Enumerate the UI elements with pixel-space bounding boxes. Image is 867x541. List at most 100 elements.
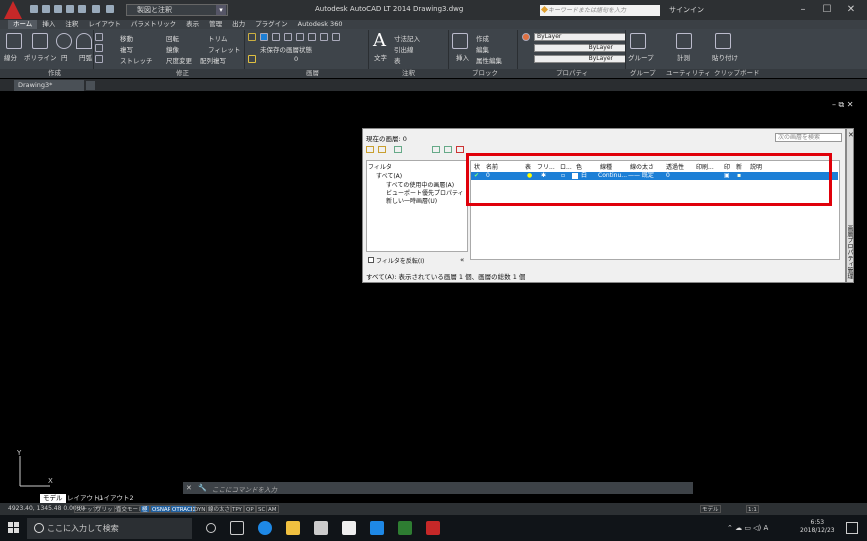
tab-annotate[interactable]: 注釈 — [60, 20, 83, 29]
autocad-taskbar-icon[interactable] — [426, 521, 440, 535]
panel-block[interactable]: ブロック — [472, 69, 498, 78]
panel-annotation[interactable]: 注釈 — [402, 69, 415, 78]
array-tool[interactable]: 配列複写 — [200, 55, 226, 65]
am-button[interactable]: AM — [266, 505, 279, 513]
invert-filter-checkbox[interactable] — [368, 257, 374, 263]
tab-parametric[interactable]: パラメトリック — [126, 20, 181, 29]
close-icon[interactable]: ✕ — [186, 484, 192, 492]
wrench-icon[interactable]: 🔧 — [198, 484, 207, 492]
plot-icon[interactable] — [78, 5, 86, 13]
media-icon[interactable] — [398, 521, 412, 535]
tab-model[interactable]: モデル — [40, 494, 66, 503]
move-tool[interactable]: 移動 — [120, 33, 133, 43]
current-layer-select[interactable]: 0 — [294, 55, 298, 63]
file-tab-drawing3[interactable]: Drawing3* — [14, 80, 84, 91]
arc-icon[interactable] — [76, 33, 92, 49]
fillet-tool[interactable]: フィレット — [208, 44, 240, 54]
panel-layers[interactable]: 画層 — [306, 69, 319, 78]
tab-output[interactable]: 出力 — [227, 20, 250, 29]
tab-plugins[interactable]: プラグイン — [250, 20, 293, 29]
insert-block-icon[interactable] — [452, 33, 468, 49]
layer-freeze-icon[interactable] — [296, 33, 304, 41]
paste-icon[interactable] — [715, 33, 731, 49]
tab-home[interactable]: ホーム — [8, 20, 38, 29]
layer-previous-icon[interactable] — [332, 33, 340, 41]
undo-icon[interactable] — [92, 5, 100, 13]
command-input[interactable]: ここにコマンドを入力 — [212, 484, 277, 494]
minimize-button[interactable]: – — [792, 3, 814, 17]
filter-all[interactable]: すべて(A) — [376, 171, 402, 180]
filter-new-reconciled[interactable]: 新しい一時画層(U) — [386, 196, 437, 205]
attribute-edit-tool[interactable]: 属性編集 — [476, 55, 502, 65]
rectangle-icon[interactable] — [95, 33, 103, 41]
hatch-icon[interactable] — [95, 44, 103, 52]
measure-icon[interactable] — [676, 33, 692, 49]
annotation-scale-button[interactable]: 1:1 — [746, 505, 759, 513]
app-icon[interactable] — [370, 521, 384, 535]
clock[interactable]: 6:53 2018/12/23 — [800, 519, 835, 535]
workspace-select[interactable]: 製図と注釈 ▾ — [126, 4, 228, 16]
layer-icon[interactable] — [260, 33, 268, 41]
close-button[interactable]: ✕ — [840, 3, 862, 17]
panel-groups[interactable]: グループ — [630, 69, 656, 78]
layer-off-icon[interactable] — [272, 33, 280, 41]
block-create-tool[interactable]: 作成 — [476, 33, 489, 43]
layer-properties-icon[interactable] — [248, 33, 256, 41]
layer-lock-icon[interactable] — [308, 33, 316, 41]
layer-search-input[interactable]: 次の画層を検索 — [775, 133, 842, 142]
panel-properties[interactable]: プロパティ — [556, 69, 588, 78]
stretch-tool[interactable]: ストレッチ — [120, 55, 153, 65]
circle-icon[interactable] — [56, 33, 72, 49]
leader-tool[interactable]: 引出線 — [394, 44, 414, 54]
task-view-icon[interactable] — [230, 521, 244, 535]
group-icon[interactable] — [630, 33, 646, 49]
copy-tool[interactable]: 複写 — [120, 44, 133, 54]
text-icon[interactable]: A — [373, 30, 386, 51]
file-explorer-icon[interactable] — [286, 521, 300, 535]
system-tray[interactable]: ⌃ ☁ ▭ ◁) A — [727, 524, 768, 532]
panel-modify[interactable]: 修正 — [176, 69, 189, 78]
notification-icon[interactable] — [846, 522, 858, 534]
edge-icon[interactable] — [258, 521, 272, 535]
tab-manage[interactable]: 管理 — [204, 20, 227, 29]
tab-autodesk360[interactable]: Autodesk 360 — [293, 20, 348, 29]
signin-button[interactable]: サインイン — [669, 5, 704, 15]
new-tab-button[interactable] — [86, 81, 95, 90]
polar-button[interactable]: 極 — [140, 505, 150, 513]
table-draw-icon[interactable] — [95, 55, 103, 63]
tab-layout[interactable]: レイアウト — [83, 20, 126, 29]
collapse-icon[interactable]: « — [460, 256, 464, 264]
taskbar-search-input[interactable]: ここに入力して検索 — [27, 518, 192, 539]
block-edit-tool[interactable]: 編集 — [476, 44, 489, 54]
tab-layout2[interactable]: レイアウト2 — [94, 494, 137, 503]
store-icon[interactable] — [342, 521, 356, 535]
viewport-controls[interactable]: – ⧉ ✕ — [832, 100, 854, 110]
new-layer-icon[interactable] — [432, 146, 440, 153]
polyline-icon[interactable] — [32, 33, 48, 49]
color-select[interactable]: ByLayer — [534, 33, 626, 41]
panel-clipboard[interactable]: クリップボード — [714, 69, 760, 78]
tab-view[interactable]: 表示 — [181, 20, 204, 29]
open-icon[interactable] — [42, 5, 50, 13]
lineweight-select[interactable]: ByLayer — [534, 55, 626, 63]
help-search-input[interactable]: キーワードまたは語句を入力 — [540, 5, 660, 16]
linetype-select[interactable]: ByLayer — [534, 44, 626, 52]
dimension-tool[interactable]: 寸法記入 — [394, 33, 420, 43]
mirror-tool[interactable]: 鏡像 — [166, 44, 179, 54]
saveas-icon[interactable] — [66, 5, 74, 13]
new-group-filter-icon[interactable] — [378, 146, 386, 153]
layer-states-icon[interactable] — [394, 146, 402, 153]
close-icon[interactable]: ✕ — [848, 131, 854, 139]
mic-icon[interactable] — [206, 523, 216, 533]
panel-utilities[interactable]: ユーティリティ — [666, 69, 711, 78]
panel-draw[interactable]: 作成 — [48, 69, 61, 78]
layer-match-icon[interactable] — [320, 33, 328, 41]
save-icon[interactable] — [54, 5, 62, 13]
model-space-button[interactable]: モデル — [700, 505, 721, 513]
layer-isolate-icon[interactable] — [284, 33, 292, 41]
redo-icon[interactable] — [106, 5, 114, 13]
table-tool[interactable]: 表 — [394, 55, 401, 65]
layer-state-select[interactable]: 未保存の画層状態 — [260, 44, 312, 54]
tpy-button[interactable]: TPY — [230, 505, 244, 513]
rotate-tool[interactable]: 回転 — [166, 33, 179, 43]
